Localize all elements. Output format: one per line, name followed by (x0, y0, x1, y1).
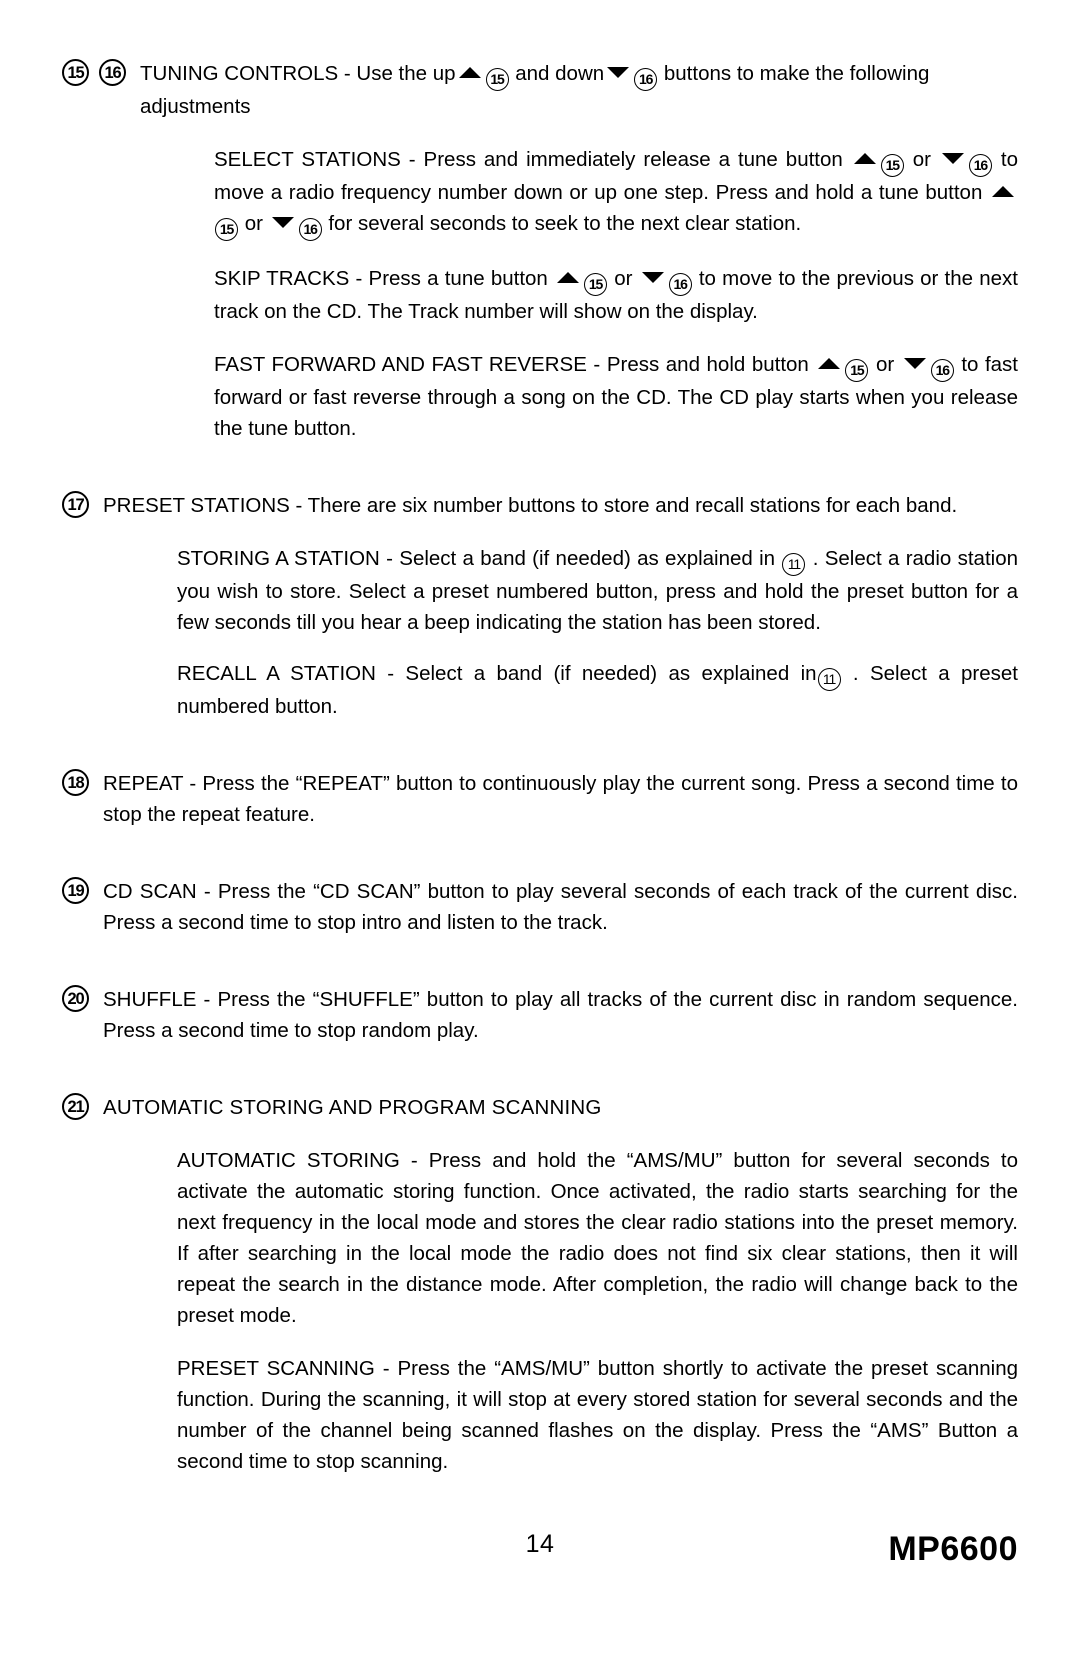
circled-ref-16: 16 (930, 359, 954, 382)
list-item-tuning-controls: 15 16 TUNING CONTROLS - Use the up 15 and… (62, 58, 1018, 444)
circled-ref-16: 16 (634, 68, 658, 91)
select-stations-part-5: for several seconds to seek to the next … (328, 212, 802, 235)
item-body: AUTOMATIC STORING AND PROGRAM SCANNING A… (89, 1092, 1018, 1477)
item-body: TUNING CONTROLS - Use the up 15 and down 1… (126, 58, 1018, 444)
repeat-text: REPEAT - Press the “REPEAT” button to co… (103, 772, 1018, 826)
circled-ref-15: 15 (845, 359, 869, 382)
tuning-controls-text: TUNING CONTROLS - Use the up 15 and down 1… (140, 58, 1018, 122)
down-arrow-icon (607, 67, 630, 78)
item-body: CD SCAN - Press the “CD SCAN” button to … (89, 876, 1018, 938)
circled-ref-15: 15 (880, 154, 904, 177)
up-arrow-icon (853, 153, 876, 164)
automatic-storing-heading: AUTOMATIC STORING AND PROGRAM SCANNING (103, 1096, 602, 1119)
skip-tracks-part-2: or (614, 267, 633, 290)
select-stations-part-4: or (244, 212, 263, 235)
fast-forward-part-1: FAST FORWARD AND FAST REVERSE - Press an… (214, 353, 809, 376)
shuffle-text: SHUFFLE - Press the “SHUFFLE” button to … (103, 988, 1018, 1042)
up-arrow-icon (991, 186, 1014, 197)
item-markers: 17 (62, 490, 89, 518)
recall-a-station-part-1: RECALL A STATION - Select a band (if nee… (177, 662, 817, 685)
circled-ref-16: 16 (668, 273, 692, 296)
page-footer: 14 MP6600 (62, 1530, 1018, 1569)
item-markers: 15 16 (62, 58, 126, 86)
circled-ref-15: 15 (584, 273, 608, 296)
up-arrow-icon (557, 272, 580, 283)
storing-a-station-part-1: STORING A STATION - Select a band (if ne… (177, 547, 776, 570)
list-item-preset-stations: 17 PRESET STATIONS - There are six numbe… (62, 490, 1018, 722)
skip-tracks-part-1: SKIP TRACKS - Press a tune button (214, 267, 548, 290)
up-arrow-icon (818, 358, 841, 369)
circled-number-17: 17 (62, 491, 89, 518)
circled-ref-15: 15 (215, 218, 238, 241)
circled-number-20: 20 (62, 985, 89, 1012)
select-stations-part-2: or (912, 148, 931, 171)
select-stations-paragraph: SELECT STATIONS - Press and immediately … (214, 144, 1018, 241)
item-markers: 21 (62, 1092, 89, 1120)
item-markers: 19 (62, 876, 89, 904)
page-number: 14 (525, 1530, 555, 1558)
fast-forward-part-2: or (875, 353, 895, 376)
up-arrow-icon (458, 67, 481, 78)
fast-forward-paragraph: FAST FORWARD AND FAST REVERSE - Press an… (214, 349, 1018, 444)
tuning-controls-part-2: and down (515, 62, 605, 85)
item-markers: 20 (62, 984, 89, 1012)
list-item-cd-scan: 19 CD SCAN - Press the “CD SCAN” button … (62, 876, 1018, 938)
select-stations-part-1: SELECT STATIONS - Press and immediately … (214, 148, 843, 171)
circled-ref-15: 15 (485, 68, 509, 91)
skip-tracks-paragraph: SKIP TRACKS - Press a tune button 15 or … (214, 263, 1018, 327)
item-markers: 18 (62, 768, 89, 796)
circled-ref-11: 11 (782, 553, 806, 576)
circled-ref-16: 16 (298, 218, 322, 241)
preset-scanning-paragraph: PRESET SCANNING - Press the “AMS/MU” but… (177, 1357, 1018, 1473)
tuning-controls-part-1: TUNING CONTROLS - Use the up (140, 62, 456, 85)
circled-ref-11: 11 (817, 668, 841, 691)
down-arrow-icon (271, 217, 294, 228)
list-item-shuffle: 20 SHUFFLE - Press the “SHUFFLE” button … (62, 984, 1018, 1046)
down-arrow-icon (641, 272, 664, 283)
circled-ref-16: 16 (968, 154, 992, 177)
item-body: SHUFFLE - Press the “SHUFFLE” button to … (89, 984, 1018, 1046)
circled-number-21: 21 (62, 1093, 89, 1120)
circled-number-16: 16 (99, 59, 126, 86)
item-body: PRESET STATIONS - There are six number b… (89, 490, 1018, 722)
list-item-automatic-storing: 21 AUTOMATIC STORING AND PROGRAM SCANNIN… (62, 1092, 1018, 1477)
preset-stations-text: PRESET STATIONS - There are six number b… (103, 494, 958, 517)
list-item-repeat: 18 REPEAT - Press the “REPEAT” button to… (62, 768, 1018, 830)
storing-a-station-paragraph: STORING A STATION - Select a band (if ne… (177, 543, 1018, 638)
item-body: REPEAT - Press the “REPEAT” button to co… (89, 768, 1018, 830)
down-arrow-icon (903, 358, 926, 369)
circled-number-15: 15 (62, 59, 89, 86)
circled-number-18: 18 (62, 769, 89, 796)
down-arrow-icon (941, 153, 964, 164)
automatic-storing-paragraph: AUTOMATIC STORING - Press and hold the “… (177, 1149, 1018, 1327)
circled-number-19: 19 (62, 877, 89, 904)
cd-scan-text: CD SCAN - Press the “CD SCAN” button to … (103, 880, 1018, 934)
manual-page: 15 16 TUNING CONTROLS - Use the up 15 and… (0, 0, 1080, 1669)
recall-a-station-paragraph: RECALL A STATION - Select a band (if nee… (177, 658, 1018, 722)
